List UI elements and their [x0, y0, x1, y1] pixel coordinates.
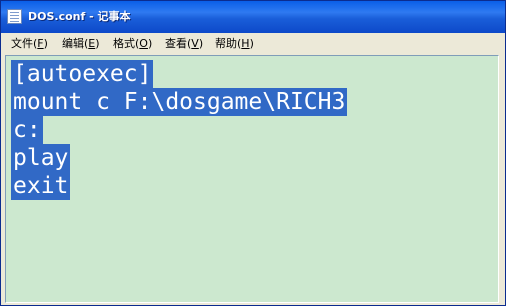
- text-line[interactable]: c:: [11, 116, 347, 144]
- window-title: DOS.conf - 记事本: [28, 10, 131, 23]
- selected-text[interactable]: play: [11, 144, 71, 172]
- menu-file[interactable]: 文件(F): [11, 36, 48, 52]
- notepad-window: DOS.conf - 记事本 文件(F) 编辑(E) 格式(O) 查看(V) 帮…: [0, 0, 506, 306]
- selected-text[interactable]: c:: [11, 116, 43, 144]
- menu-view-accel: V: [191, 37, 199, 50]
- menu-view[interactable]: 查看(V): [165, 36, 203, 52]
- menu-bar: 文件(F) 编辑(E) 格式(O) 查看(V) 帮助(H): [5, 35, 503, 53]
- selected-text[interactable]: mount c F:\dosgame\RICH3: [11, 88, 348, 116]
- menu-view-label: 查看(: [165, 37, 192, 50]
- menu-help-label-end: ): [249, 37, 254, 50]
- selected-text[interactable]: exit: [11, 172, 71, 200]
- menu-file-label-end: ): [43, 37, 48, 50]
- menu-file-label: 文件(: [11, 37, 38, 50]
- text-lines: [autoexec] mount c F:\dosgame\RICH3 c: p…: [11, 60, 348, 200]
- menu-format[interactable]: 格式(O): [113, 36, 152, 52]
- menu-edit-label-end: ): [95, 37, 100, 50]
- menu-help-accel: H: [241, 37, 250, 50]
- text-editor[interactable]: [autoexec] mount c F:\dosgame\RICH3 c: p…: [5, 55, 499, 303]
- menu-format-label-end: ): [147, 37, 153, 50]
- menu-help[interactable]: 帮助(H): [215, 36, 254, 52]
- menu-edit[interactable]: 编辑(E): [62, 36, 100, 52]
- menu-help-label: 帮助(: [215, 37, 242, 50]
- menu-format-label: 格式(: [113, 37, 140, 50]
- selected-text[interactable]: [autoexec]: [11, 60, 154, 88]
- notepad-icon[interactable]: [7, 9, 22, 24]
- menu-view-label-end: ): [198, 37, 204, 50]
- text-line[interactable]: exit: [11, 172, 347, 200]
- menu-format-accel: O: [139, 37, 148, 50]
- text-line[interactable]: [autoexec]: [11, 60, 347, 88]
- text-line[interactable]: mount c F:\dosgame\RICH3: [11, 88, 348, 116]
- menu-edit-label: 编辑(: [62, 37, 89, 50]
- text-line[interactable]: play: [11, 144, 347, 172]
- title-bar[interactable]: DOS.conf - 记事本: [1, 1, 505, 33]
- window-border-strip: [499, 55, 505, 303]
